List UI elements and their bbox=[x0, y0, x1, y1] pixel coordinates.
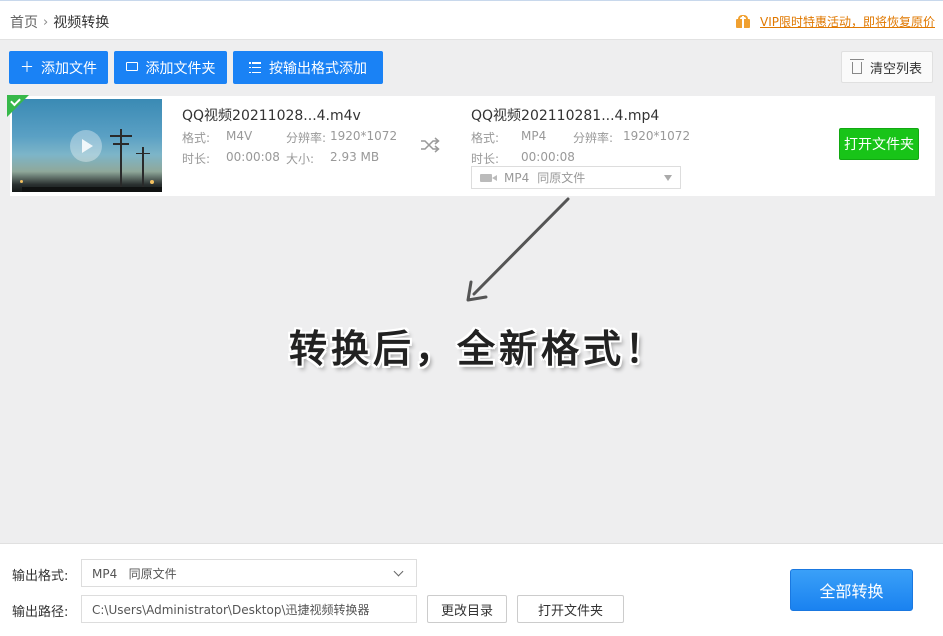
target-duration-label: 时长: bbox=[471, 152, 500, 166]
breadcrumb-current: 视频转换 bbox=[53, 15, 110, 31]
target-format-select-format: MP4 bbox=[504, 170, 530, 185]
source-duration-value: 00:00:08 bbox=[226, 150, 280, 164]
plus-icon: ＋ bbox=[20, 59, 34, 76]
annotation-text: 转换后，全新格式！ bbox=[289, 326, 668, 371]
source-size-value: 2.93 MB bbox=[330, 150, 380, 164]
clear-list-label: 清空列表 bbox=[869, 61, 922, 77]
chevron-down-icon bbox=[393, 566, 404, 577]
video-thumbnail[interactable] bbox=[12, 99, 162, 192]
gift-icon bbox=[736, 15, 750, 28]
output-format-select[interactable]: MP4 同原文件 bbox=[81, 559, 417, 587]
breadcrumb: 首页 › 视频转换 bbox=[10, 12, 109, 32]
list-icon bbox=[249, 62, 261, 73]
output-format-value: MP4 同原文件 bbox=[92, 566, 177, 581]
change-directory-button[interactable]: 更改目录 bbox=[427, 595, 507, 623]
source-size-label: 大小: bbox=[286, 152, 315, 166]
caret-down-icon bbox=[664, 175, 672, 181]
trash-icon bbox=[849, 59, 864, 74]
top-bar: 首页 › 视频转换 VIP限时特惠活动，即将恢复原价 bbox=[0, 0, 943, 40]
output-path-field[interactable]: C:\Users\Administrator\Desktop\迅捷视频转换器 bbox=[81, 595, 417, 623]
source-resolution-label: 分辨率: bbox=[286, 131, 327, 145]
target-resolution-value: 1920*1072 bbox=[623, 129, 691, 143]
source-duration-label: 时长: bbox=[182, 152, 211, 166]
target-format-select-quality: 同原文件 bbox=[537, 171, 586, 185]
source-format-label: 格式: bbox=[182, 131, 211, 145]
add-file-button[interactable]: ＋ 添加文件 bbox=[9, 51, 108, 84]
target-format-select[interactable]: MP4 同原文件 bbox=[471, 166, 681, 189]
vip-promo-link[interactable]: VIP限时特惠活动，即将恢复原价 bbox=[736, 13, 935, 30]
output-format-label: 输出格式: bbox=[12, 569, 69, 584]
target-format-value: MP4 bbox=[521, 129, 547, 143]
chevron-right-icon: › bbox=[43, 14, 49, 30]
video-camera-icon bbox=[480, 173, 497, 182]
output-path-label: 输出路径: bbox=[12, 605, 69, 620]
add-folder-label: 添加文件夹 bbox=[145, 60, 216, 77]
convert-all-button[interactable]: 全部转换 bbox=[790, 569, 913, 611]
output-settings-panel: 输出格式: MP4 同原文件 输出路径: C:\Users\Administra… bbox=[0, 543, 943, 636]
source-resolution-value: 1920*1072 bbox=[330, 129, 398, 143]
play-icon[interactable] bbox=[70, 130, 102, 162]
file-list-item[interactable]: QQ视频20211028...4.m4v 格式: M4V 分辨率: 1920*1… bbox=[7, 95, 935, 196]
add-by-format-button[interactable]: 按输出格式添加 bbox=[233, 51, 383, 84]
open-folder-button[interactable]: 打开文件夹 bbox=[839, 128, 919, 160]
folder-icon bbox=[125, 62, 138, 71]
shuffle-icon bbox=[421, 137, 440, 153]
add-by-format-label: 按输出格式添加 bbox=[269, 60, 367, 77]
breadcrumb-home[interactable]: 首页 bbox=[10, 12, 38, 32]
target-format-label: 格式: bbox=[471, 131, 500, 145]
source-file-name: QQ视频20211028...4.m4v bbox=[182, 108, 361, 124]
source-format-value: M4V bbox=[226, 129, 253, 143]
target-duration-value: 00:00:08 bbox=[521, 150, 575, 164]
selected-check-icon[interactable] bbox=[7, 95, 29, 117]
add-file-label: 添加文件 bbox=[41, 60, 97, 77]
open-output-folder-button[interactable]: 打开文件夹 bbox=[517, 595, 624, 623]
add-folder-button[interactable]: 添加文件夹 bbox=[114, 51, 227, 84]
vip-promo-text[interactable]: VIP限时特惠活动，即将恢复原价 bbox=[760, 13, 935, 30]
target-resolution-label: 分辨率: bbox=[573, 131, 614, 145]
target-file-name: QQ视频202110281...4.mp4 bbox=[471, 108, 660, 124]
clear-list-button[interactable]: 清空列表 bbox=[841, 51, 933, 83]
